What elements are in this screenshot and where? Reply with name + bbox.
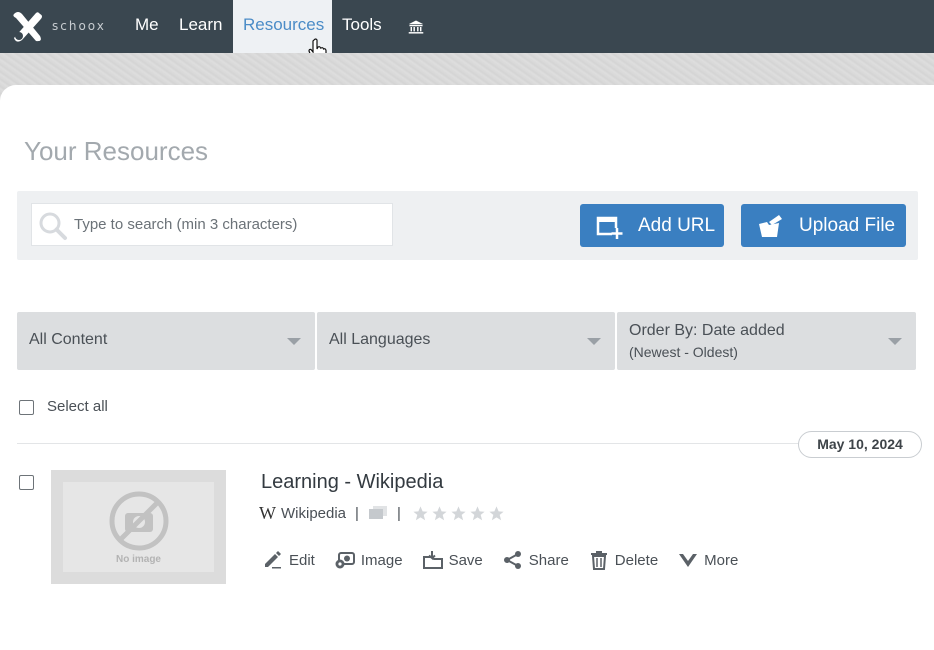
star-icon[interactable] — [450, 505, 467, 522]
filters-row: All Content All Languages Order By: Date… — [17, 312, 917, 370]
more-label: More — [704, 551, 739, 569]
share-icon — [503, 551, 521, 569]
select-all-label: Select all — [47, 398, 108, 415]
main-content-card: Your Resources Add URL Uplo — [0, 85, 934, 650]
resource-thumbnail[interactable]: No image — [51, 470, 226, 584]
search-box[interactable] — [31, 203, 393, 246]
logo-mark-icon — [13, 12, 42, 42]
language-filter-select[interactable]: All Languages — [317, 312, 615, 370]
chevron-down-icon — [888, 338, 902, 345]
nav-me[interactable]: Me — [125, 0, 169, 53]
star-icon[interactable] — [488, 505, 505, 522]
save-button[interactable]: Save — [422, 550, 483, 570]
order-by-direction: (Newest - Oldest) — [629, 344, 738, 360]
resource-title[interactable]: Learning - Wikipedia — [261, 471, 443, 494]
star-icon[interactable] — [469, 505, 486, 522]
meta-separator: | — [396, 504, 401, 522]
select-all-checkbox[interactable] — [19, 400, 34, 415]
nav-tools[interactable]: Tools — [332, 0, 392, 53]
date-divider — [17, 443, 922, 444]
content-filter-value: All Content — [29, 331, 108, 348]
bank-icon — [408, 19, 424, 34]
delete-button[interactable]: Delete — [589, 550, 658, 570]
chevron-down-icon — [679, 554, 698, 567]
search-input[interactable] — [74, 204, 384, 245]
meta-separator: | — [355, 504, 359, 522]
image-button[interactable]: Image — [335, 550, 403, 570]
edit-label: Edit — [289, 551, 315, 569]
edit-icon — [265, 551, 281, 569]
image-gear-icon — [335, 552, 355, 569]
date-badge: May 10, 2024 — [798, 431, 922, 458]
nav-learn[interactable]: Learn — [169, 0, 232, 53]
search-toolbar: Add URL Upload File — [17, 191, 918, 260]
add-url-button[interactable]: Add URL — [580, 204, 724, 247]
delete-label: Delete — [614, 551, 659, 569]
order-by-value: Order By: Date added — [629, 322, 785, 339]
image-label: Image — [360, 551, 403, 569]
language-filter-value: All Languages — [329, 331, 431, 348]
no-image-label: No image — [115, 554, 161, 565]
share-button[interactable]: Share — [503, 550, 569, 570]
upload-file-button[interactable]: Upload File — [741, 204, 906, 247]
star-icon[interactable] — [412, 505, 429, 522]
save-label: Save — [448, 551, 483, 569]
trash-icon — [590, 551, 607, 570]
chevron-down-icon — [287, 338, 301, 345]
page-title: Your Resources — [24, 136, 209, 166]
save-folder-icon — [422, 551, 443, 569]
resource-checkbox[interactable] — [19, 475, 34, 490]
top-nav-bar: schoox Me Learn Resources Tools — [0, 0, 934, 63]
add-url-label: Add URL — [638, 214, 716, 236]
schoox-logo[interactable]: schoox — [10, 8, 106, 44]
more-button[interactable]: More — [678, 550, 738, 570]
edit-button[interactable]: Edit — [263, 550, 315, 570]
upload-file-label: Upload File — [799, 214, 896, 236]
share-label: Share — [528, 551, 569, 569]
chevron-down-icon — [587, 338, 601, 345]
content-filter-select[interactable]: All Content — [17, 312, 315, 370]
wikipedia-icon: W — [259, 502, 276, 523]
order-by-select[interactable]: Order By: Date added (Newest - Oldest) — [617, 312, 916, 370]
star-icon[interactable] — [431, 505, 448, 522]
comments-icon[interactable] — [368, 504, 388, 522]
resource-source[interactable]: Wikipedia — [281, 505, 346, 522]
add-url-icon — [596, 216, 623, 239]
resource-meta: W Wikipedia | | — [259, 503, 505, 523]
upload-folder-icon — [759, 214, 782, 237]
logo-wordmark: schoox — [52, 19, 106, 33]
no-image-icon — [109, 491, 169, 551]
resource-actions: Edit Image Save Share Delete More — [263, 549, 758, 571]
rating-stars[interactable] — [412, 505, 505, 522]
search-icon — [39, 212, 67, 240]
nav-bank[interactable] — [398, 0, 434, 53]
